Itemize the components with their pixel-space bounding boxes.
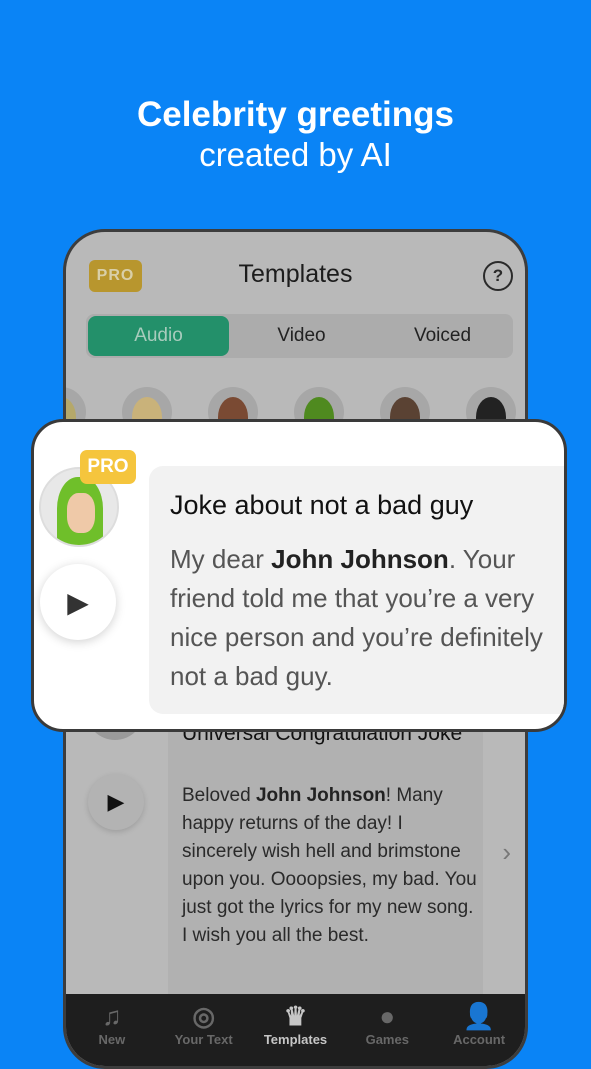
tab-bar: ♫ New ◎ Your Text ♛ Templates ● Games 👤 Accou… <box>66 994 525 1066</box>
headline-line2: created by AI <box>199 136 392 173</box>
template-title: Joke about not a bad guy <box>170 490 474 520</box>
tab-audio[interactable]: Audio <box>88 316 229 356</box>
tab-voiced[interactable]: Voiced <box>372 314 513 358</box>
help-icon[interactable]: ? <box>483 261 513 291</box>
person-icon: 👤 <box>462 1001 496 1031</box>
featured-template-popup[interactable]: PRO ▶ Joke about not a bad guy My dear J… <box>31 419 567 732</box>
tab-your-text[interactable]: ◎ Your Text <box>158 994 250 1066</box>
pro-badge: PRO <box>80 450 136 484</box>
segmented-control: Audio Video Voiced <box>86 314 513 358</box>
headline-line1: Celebrity greetings <box>136 95 455 134</box>
page-title: Templates <box>238 260 353 288</box>
fortune-ball-icon: ● <box>379 1001 396 1031</box>
template-body: My dear John Johnson. Your friend told m… <box>170 544 543 691</box>
chevron-right-icon[interactable]: › <box>502 837 511 868</box>
template-card[interactable]: Universal Congratulation Joke Beloved Jo… <box>168 712 483 1002</box>
play-icon[interactable]: ▶ <box>40 564 116 640</box>
headline: Celebrity greetings created by AI <box>0 95 591 175</box>
music-note-icon: ♫ <box>102 1001 122 1031</box>
tab-video[interactable]: Video <box>231 314 372 358</box>
jester-hat-icon: ♛ <box>283 1001 308 1031</box>
tab-games[interactable]: ● Games <box>341 994 433 1066</box>
tab-account[interactable]: 👤 Account <box>433 994 525 1066</box>
play-icon[interactable]: ▶ <box>88 774 144 830</box>
tab-new[interactable]: ♫ New <box>66 994 158 1066</box>
template-text-box: Joke about not a bad guy My dear John Jo… <box>149 466 564 714</box>
template-body: Beloved John Johnson! Many happy returns… <box>182 785 477 946</box>
waveform-icon: ◎ <box>192 1001 216 1031</box>
tab-templates[interactable]: ♛ Templates <box>250 994 342 1066</box>
